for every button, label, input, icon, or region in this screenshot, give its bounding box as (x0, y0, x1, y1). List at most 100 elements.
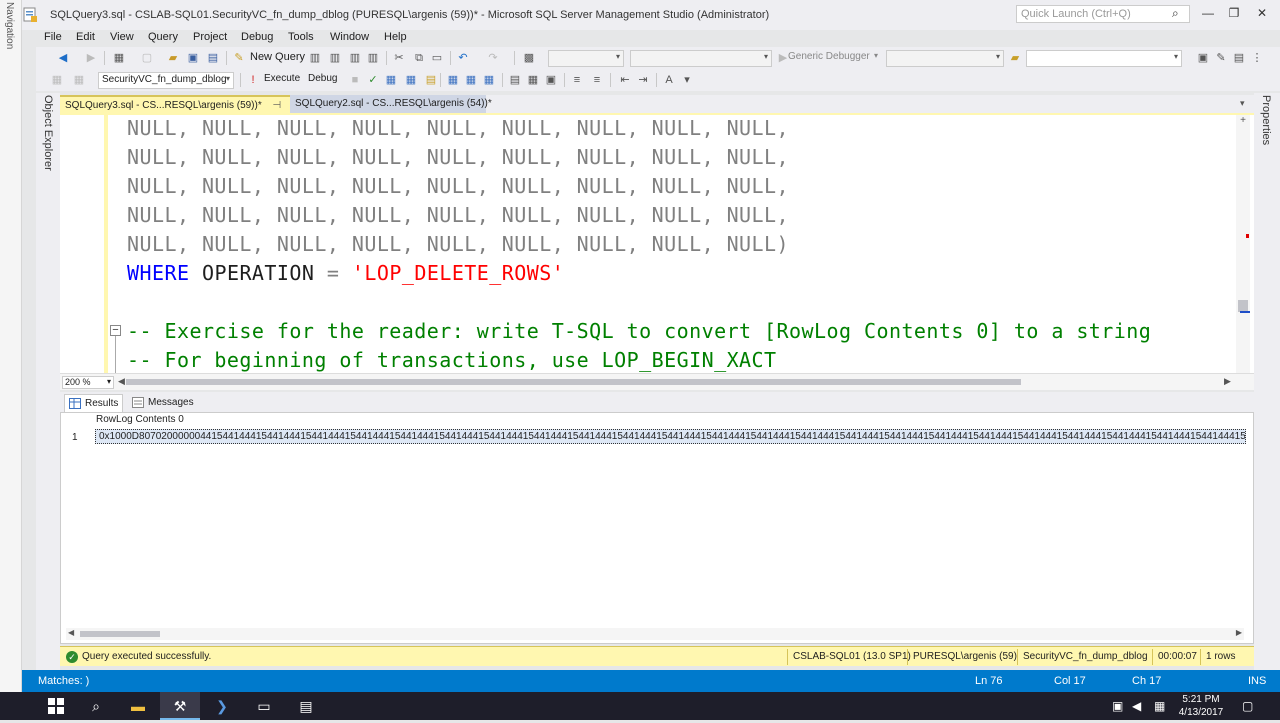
tab-overflow-icon[interactable]: ▾ (1240, 98, 1245, 109)
uncomment-icon[interactable]: ≡ (590, 73, 604, 87)
menu-edit[interactable]: Edit (76, 31, 95, 43)
minimize-button[interactable]: — (1198, 6, 1218, 22)
parse-icon[interactable]: ✓ (366, 73, 380, 87)
find-combo[interactable]: ▾ (1026, 50, 1182, 67)
scroll-left-icon[interactable]: ◀ (68, 628, 74, 637)
debugger-label[interactable]: Generic Debugger (788, 51, 870, 62)
open-file-icon[interactable]: ▰ (166, 51, 180, 65)
debug-button[interactable]: Debug (308, 73, 337, 84)
scroll-left-icon[interactable]: ◀ (118, 376, 125, 387)
scroll-right-icon[interactable]: ▶ (1236, 628, 1242, 637)
save-all-icon[interactable]: ▤ (206, 51, 220, 65)
editor-vertical-scrollbar[interactable] (1236, 115, 1250, 373)
cancel-query-icon[interactable]: ■ (348, 73, 362, 87)
mdx-query-icon[interactable]: ▥ (348, 51, 362, 65)
solution-explorer-icon[interactable]: ▣ (1196, 51, 1210, 65)
db-query-icon[interactable]: ▥ (308, 51, 322, 65)
decrease-indent-icon[interactable]: ⇤ (618, 73, 632, 87)
server-manager-icon[interactable]: ▤ (286, 692, 326, 720)
results-grid[interactable] (60, 412, 1254, 644)
intellisense-icon[interactable]: ▤ (424, 73, 438, 87)
platform-combo[interactable]: ▾ (630, 50, 772, 67)
start-button[interactable] (36, 692, 76, 720)
database-select[interactable]: SecurityVC_fn_dump_dblog ▾ (98, 72, 234, 89)
clock-date[interactable]: 4/13/2017 (1176, 707, 1226, 718)
live-stats-icon[interactable]: ▦ (464, 73, 478, 87)
save-icon[interactable]: ▣ (186, 51, 200, 65)
menu-project[interactable]: Project (193, 31, 227, 43)
redo-icon[interactable]: ↷ (486, 51, 500, 65)
results-to-file-icon[interactable]: ▣ (544, 73, 558, 87)
tab-sqlquery3[interactable]: SQLQuery3.sql - CS...RESQL\argenis (59))… (60, 95, 298, 113)
search-icon[interactable]: ⌕ (1172, 6, 1179, 21)
estimated-plan-icon[interactable]: ▦ (384, 73, 398, 87)
actual-plan-icon[interactable]: ▦ (446, 73, 460, 87)
properties-dock[interactable]: Properties (1254, 93, 1280, 670)
properties-icon[interactable]: ✎ (1214, 51, 1228, 65)
execute-button[interactable]: Execute (264, 73, 300, 84)
menu-query[interactable]: Query (148, 31, 178, 43)
debug-target-combo[interactable]: ▾ (886, 50, 1004, 67)
menu-window[interactable]: Window (330, 31, 369, 43)
close-window-button[interactable]: ✕ (1252, 6, 1272, 22)
pin-icon[interactable]: ⊣ (273, 100, 282, 111)
new-project-icon[interactable]: ▦ (112, 51, 126, 65)
execute-icon[interactable]: ! (246, 73, 260, 87)
client-stats-icon[interactable]: ▦ (482, 73, 496, 87)
activity-monitor-icon[interactable]: ▩ (522, 51, 536, 65)
navigation-strip[interactable]: Navigation (0, 0, 22, 720)
tab-results[interactable]: Results (64, 394, 124, 412)
editor-hscroll-thumb[interactable] (126, 379, 1021, 385)
menu-help[interactable]: Help (384, 31, 407, 43)
row-number[interactable]: 1 (72, 432, 78, 443)
menu-debug[interactable]: Debug (241, 31, 273, 43)
object-explorer-dock[interactable]: Object Explorer (36, 93, 60, 670)
query-designer-icon[interactable]: ▦ (404, 73, 418, 87)
toolbox-icon[interactable]: ▤ (1232, 51, 1246, 65)
network-icon[interactable]: ▣ (1112, 699, 1123, 713)
results-to-text-icon[interactable]: ▤ (508, 73, 522, 87)
split-editor-icon[interactable]: + (1236, 115, 1250, 126)
menu-file[interactable]: File (44, 31, 62, 43)
column-header[interactable]: RowLog Contents 0 (96, 414, 184, 425)
chevron-down-icon[interactable]: ▾ (874, 51, 878, 60)
notifications-icon[interactable]: ▢ (1242, 699, 1253, 713)
new-query-button[interactable]: New Query (250, 51, 305, 63)
menu-view[interactable]: View (110, 31, 134, 43)
tab-messages[interactable]: Messages (128, 394, 198, 412)
result-cell[interactable]: 0x1000D807020000004415441444154414441544… (95, 429, 1246, 444)
increase-indent-icon[interactable]: ⇥ (636, 73, 650, 87)
command-prompt-icon[interactable]: ▭ (244, 692, 284, 720)
keyboard-icon[interactable]: ▦ (1154, 699, 1165, 713)
toolbar-overflow-icon[interactable]: ▾ (680, 73, 694, 87)
paste-icon[interactable]: ▭ (430, 51, 444, 65)
file-explorer-icon[interactable]: ▬ (118, 692, 158, 720)
ssms-taskbar-icon[interactable]: ⚒ (160, 692, 200, 720)
results-hscroll-thumb[interactable] (80, 631, 160, 637)
forward-icon[interactable]: ▶ (84, 51, 98, 65)
results-to-grid-icon[interactable]: ▦ (526, 73, 540, 87)
cut-icon[interactable]: ✂ (392, 51, 406, 65)
analysis-query-icon[interactable]: ▥ (328, 51, 342, 65)
new-query-icon[interactable]: ✎ (232, 51, 246, 65)
restore-button[interactable]: ❐ (1224, 6, 1244, 22)
scroll-right-icon[interactable]: ▶ (1224, 376, 1231, 387)
tab-sqlquery2[interactable]: SQLQuery2.sql - CS...RESQL\argenis (54))… (290, 95, 492, 113)
find-in-files-icon[interactable]: ▰ (1008, 51, 1022, 65)
volume-icon[interactable]: ◀ (1132, 699, 1141, 713)
back-icon[interactable]: ◀ (56, 51, 70, 65)
clock-time[interactable]: 5:21 PM (1176, 694, 1226, 705)
undo-icon[interactable]: ↶ (456, 51, 470, 65)
connect-icon[interactable]: ▦ (50, 73, 64, 87)
comment-icon[interactable]: ≡ (570, 73, 584, 87)
toolbar-options-icon[interactable]: ⋮ (1250, 51, 1264, 65)
specify-values-icon[interactable]: A (662, 73, 676, 87)
solution-config-combo[interactable]: ▾ (548, 50, 624, 67)
menu-tools[interactable]: Tools (288, 31, 314, 43)
dmx-query-icon[interactable]: ▥ (366, 51, 380, 65)
change-connection-icon[interactable]: ▦ (72, 73, 86, 87)
quick-launch-input[interactable]: Quick Launch (Ctrl+Q) (1016, 5, 1190, 23)
powershell-icon[interactable]: ❯ (202, 692, 242, 720)
zoom-select[interactable]: 200 % ▾ (62, 376, 114, 389)
copy-icon[interactable]: ⧉ (412, 51, 426, 65)
